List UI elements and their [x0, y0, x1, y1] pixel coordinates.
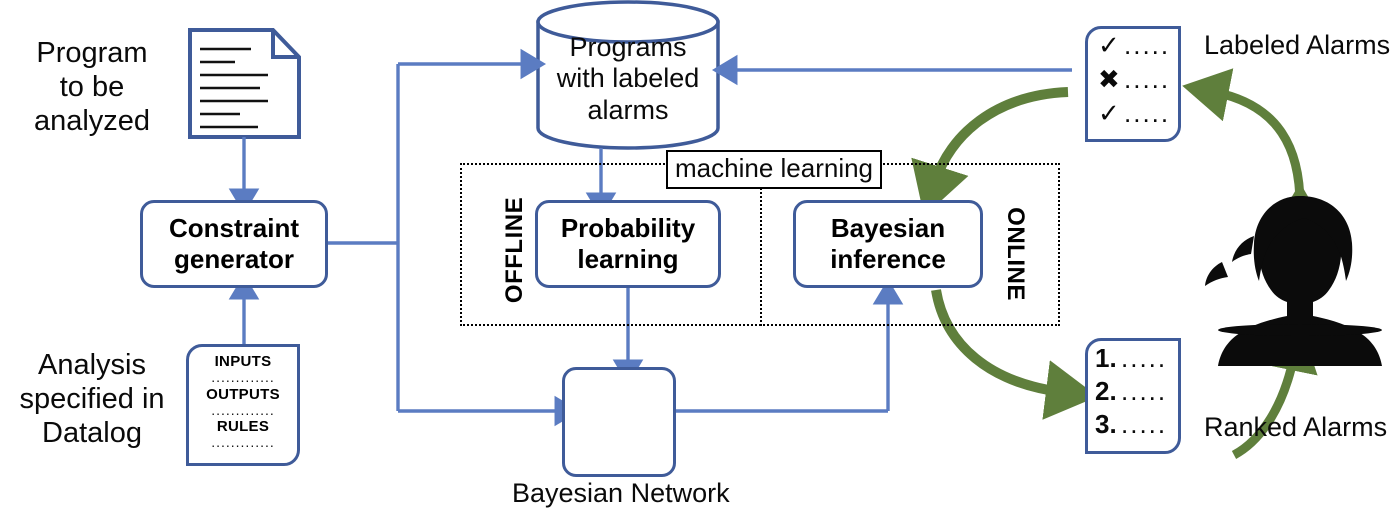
- ranked-alarm-mark-2: 2.: [1095, 376, 1117, 406]
- online-label: ONLINE: [1002, 207, 1029, 301]
- ranked-alarm-dots-2: .....: [1121, 376, 1168, 406]
- datalog-section-rules: RULES: [216, 418, 270, 436]
- analyst-person-icon: [1205, 196, 1382, 366]
- program-to-be-analyzed-label: Program to be analyzed: [33, 37, 151, 138]
- ranked-alarm-dots-3: .....: [1121, 409, 1168, 439]
- datalog-section-inputs: INPUTS: [214, 353, 272, 370]
- datalog-dots-1: .............: [211, 369, 275, 385]
- labeled-alarm-row-3: ✓.....: [1098, 98, 1170, 129]
- green-arrow-person-to-labeled: [1182, 68, 1305, 206]
- ranked-alarm-dots-1: .....: [1121, 343, 1168, 373]
- datalog-spec-card[interactable]: INPUTS ............. OUTPUTS ...........…: [186, 344, 300, 466]
- labeled-alarm-dots-1: .....: [1124, 30, 1171, 60]
- labeled-alarm-row-2: ✖.....: [1098, 64, 1170, 95]
- analysis-specified-in-datalog-label: Analysis specified in Datalog: [19, 349, 165, 450]
- labeled-alarm-dots-3: .....: [1124, 98, 1171, 128]
- program-document-icon: [188, 28, 301, 139]
- probability-learning-box[interactable]: Probability learning: [535, 200, 721, 288]
- datalog-dots-2: .............: [211, 401, 275, 418]
- bayesian-network-caption: Bayesian Network: [512, 478, 730, 508]
- ranked-alarm-mark-3: 3.: [1095, 409, 1117, 439]
- constraint-generator-box[interactable]: Constraint generator: [140, 200, 328, 288]
- datalog-section-outputs: OUTPUTS: [206, 385, 280, 403]
- labeled-alarm-row-1: ✓.....: [1098, 30, 1170, 61]
- labeled-alarm-mark-3: ✓: [1098, 98, 1120, 128]
- labeled-alarm-mark-2: ✖: [1098, 64, 1120, 94]
- ranked-alarm-row-3: 3......: [1095, 409, 1167, 440]
- labeled-alarm-mark-1: ✓: [1098, 30, 1120, 60]
- diagram-canvas: Program to be analyzed Analysis specifie…: [0, 0, 1399, 512]
- bayesian-network-box[interactable]: [562, 367, 676, 477]
- labeled-alarms-caption: Labeled Alarms: [1204, 30, 1391, 60]
- datalog-dots-3: .............: [211, 434, 275, 451]
- ranked-alarm-row-1: 1......: [1095, 343, 1167, 374]
- ranked-alarm-mark-1: 1.: [1095, 343, 1117, 373]
- bayesian-inference-box[interactable]: Bayesian inference: [793, 200, 983, 288]
- machine-learning-tag: machine learning: [666, 150, 883, 189]
- ranked-alarm-row-2: 2......: [1095, 376, 1167, 407]
- ranked-alarms-caption: Ranked Alarms: [1204, 412, 1388, 442]
- database-label: Programs with labeled alarms: [556, 32, 700, 125]
- offline-label: OFFLINE: [501, 196, 528, 304]
- labeled-alarm-dots-2: .....: [1124, 64, 1171, 94]
